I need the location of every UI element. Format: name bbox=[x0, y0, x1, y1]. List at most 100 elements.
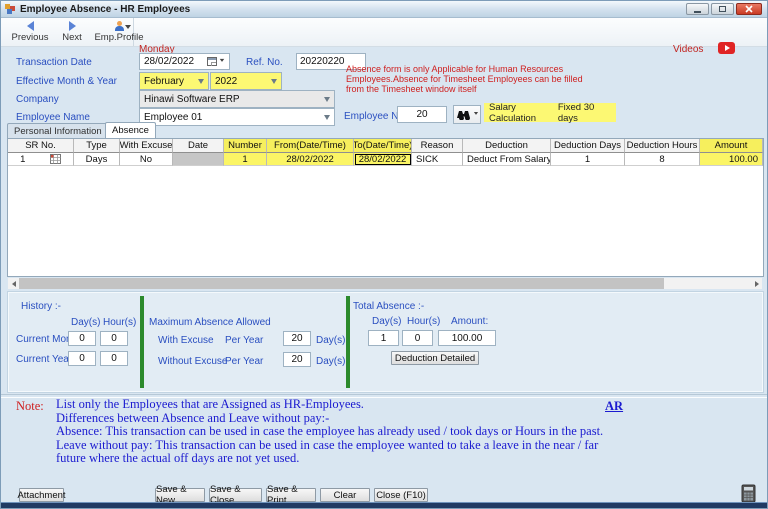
transaction-date-input[interactable]: 28/02/2022 bbox=[139, 53, 230, 70]
total-hours-field[interactable]: 0 bbox=[402, 330, 433, 346]
col-header-deduction-days[interactable]: Deduction Days bbox=[551, 139, 625, 153]
current-year-days-field[interactable]: 0 bbox=[68, 351, 96, 366]
minimize-icon bbox=[694, 10, 701, 13]
date-dropdown-icon[interactable] bbox=[219, 58, 225, 64]
total-days-header: Day(s) bbox=[372, 316, 402, 327]
effective-year-select[interactable]: 2022 bbox=[210, 72, 282, 90]
clear-button[interactable]: Clear bbox=[320, 488, 370, 502]
close-f10-button[interactable]: Close (F10) bbox=[374, 488, 428, 502]
col-header-deduction[interactable]: Deduction bbox=[463, 139, 551, 153]
emp-profile-button[interactable]: Emp.Profile bbox=[91, 19, 147, 45]
current-month-days-field[interactable]: 0 bbox=[68, 331, 96, 346]
toolbar: Previous Next Emp.Profile Monday Videos bbox=[1, 18, 767, 55]
col-header-to[interactable]: To(Date/Time) bbox=[354, 139, 412, 153]
employee-search-button[interactable] bbox=[453, 105, 481, 124]
with-excuse-label: With Excuse bbox=[158, 335, 214, 346]
youtube-icon[interactable] bbox=[718, 42, 735, 54]
maximize-button[interactable] bbox=[711, 3, 734, 15]
cell-to[interactable]: 28/02/2022 bbox=[354, 153, 412, 166]
cell-deduction[interactable]: Deduct From Salary bbox=[463, 153, 551, 166]
history-days-header: Day(s) bbox=[71, 317, 101, 328]
company-label: Company bbox=[16, 94, 59, 105]
col-header-type[interactable]: Type bbox=[74, 139, 120, 153]
year-dropdown-icon bbox=[271, 79, 277, 87]
row-detail-icon[interactable] bbox=[49, 154, 61, 164]
total-amount-field[interactable]: 100.00 bbox=[438, 330, 496, 346]
effective-month-select[interactable]: February bbox=[139, 72, 209, 90]
current-month-hours-field[interactable]: 0 bbox=[100, 331, 128, 346]
with-excuse-field[interactable]: 20 bbox=[283, 331, 311, 346]
close-button[interactable] bbox=[736, 3, 762, 15]
app-icon bbox=[5, 3, 16, 15]
salary-calculation-strip: Salary Calculation Fixed 30 days bbox=[484, 101, 616, 124]
company-select[interactable]: Hinawi Software ERP bbox=[139, 90, 335, 108]
col-header-from[interactable]: From(Date/Time) bbox=[267, 139, 354, 153]
absence-grid: SR No. Type With Excuse Date Number From… bbox=[7, 138, 764, 277]
history-title: History :- bbox=[21, 301, 61, 312]
note-text: List only the Employees that are Assigne… bbox=[56, 397, 616, 466]
calendar-icon[interactable] bbox=[207, 57, 217, 66]
next-button[interactable]: Next bbox=[55, 19, 89, 45]
total-amount-header: Amount: bbox=[451, 316, 489, 327]
total-days-field[interactable]: 1 bbox=[368, 330, 399, 346]
col-header-sr-no[interactable]: SR No. bbox=[8, 139, 74, 153]
current-year-label: Current Year bbox=[16, 354, 73, 365]
col-header-with-excuse[interactable]: With Excuse bbox=[120, 139, 173, 153]
ref-no-label: Ref. No. bbox=[246, 57, 283, 68]
col-header-reason[interactable]: Reason bbox=[412, 139, 463, 153]
tab-absence-label: Absence bbox=[112, 125, 149, 136]
save-print-button[interactable]: Save & Print bbox=[266, 484, 316, 506]
col-header-date[interactable]: Date bbox=[173, 139, 224, 153]
attachment-button[interactable]: Attachment bbox=[17, 488, 66, 502]
cell-from[interactable]: 28/02/2022 bbox=[267, 153, 354, 166]
without-excuse-field[interactable]: 20 bbox=[283, 352, 311, 367]
deduction-detailed-button[interactable]: Deduction Detailed bbox=[391, 351, 479, 365]
previous-button[interactable]: Previous bbox=[7, 19, 53, 45]
save-new-button[interactable]: Save & New bbox=[155, 484, 205, 506]
employee-no-label: Employee No bbox=[344, 111, 405, 122]
col-header-deduction-hours[interactable]: Deduction Hours bbox=[625, 139, 700, 153]
toolbar-dropdown-icon[interactable] bbox=[125, 25, 131, 32]
salary-calculation-label: Salary Calculation bbox=[489, 101, 536, 124]
cell-number[interactable]: 1 bbox=[224, 153, 267, 166]
cell-date[interactable] bbox=[173, 153, 224, 166]
divider-green-1 bbox=[140, 296, 144, 388]
ar-language-link[interactable]: AR bbox=[605, 399, 623, 414]
col-header-amount[interactable]: Amount bbox=[700, 139, 763, 153]
cell-deduction-days[interactable]: 1 bbox=[551, 153, 625, 166]
employee-name-select[interactable]: Employee 01 bbox=[139, 108, 335, 126]
cell-with-excuse[interactable]: No bbox=[120, 153, 173, 166]
note-label: Note: bbox=[16, 399, 44, 413]
max-absence-title: Maximum Absence Allowed bbox=[149, 317, 271, 328]
scroll-right-icon[interactable] bbox=[751, 278, 762, 289]
horizontal-scrollbar[interactable] bbox=[8, 278, 762, 289]
note-line-2: Differences between Absence and Leave wi… bbox=[56, 410, 330, 425]
emp-profile-label: Emp.Profile bbox=[94, 32, 144, 43]
current-year-hours-field[interactable]: 0 bbox=[100, 351, 128, 366]
toolbar-group: Previous Next Emp.Profile bbox=[3, 18, 144, 46]
per-year-label-2: Per Year bbox=[225, 356, 264, 367]
cell-deduction-hours[interactable]: 8 bbox=[625, 153, 700, 166]
minimize-button[interactable] bbox=[686, 3, 709, 15]
cell-reason[interactable]: SICK bbox=[412, 153, 463, 166]
previous-icon bbox=[26, 21, 34, 31]
per-year-label-1: Per Year bbox=[225, 335, 264, 346]
tab-absence[interactable]: Absence bbox=[105, 122, 156, 138]
videos-link[interactable]: Videos bbox=[673, 44, 703, 55]
absence-form-notice: Absence form is only Applicable for Huma… bbox=[346, 64, 583, 94]
cell-sr-no[interactable]: 1 bbox=[8, 153, 74, 166]
save-close-button[interactable]: Save & Close bbox=[209, 484, 262, 506]
month-dropdown-icon bbox=[198, 79, 204, 87]
effective-month-value: February bbox=[144, 75, 185, 87]
scroll-left-icon[interactable] bbox=[8, 278, 19, 289]
cell-amount[interactable]: 100.00 bbox=[700, 153, 763, 166]
tab-personal-label: Personal Information bbox=[14, 125, 102, 137]
scrollbar-thumb[interactable] bbox=[19, 278, 664, 289]
tab-personal-information[interactable]: Personal Information bbox=[7, 123, 109, 138]
employee-no-input[interactable] bbox=[397, 106, 447, 123]
cell-type[interactable]: Days bbox=[74, 153, 120, 166]
col-header-number[interactable]: Number bbox=[224, 139, 267, 153]
calculator-icon[interactable] bbox=[741, 484, 756, 503]
person-icon bbox=[114, 21, 124, 31]
employee-name-label: Employee Name bbox=[16, 112, 90, 123]
